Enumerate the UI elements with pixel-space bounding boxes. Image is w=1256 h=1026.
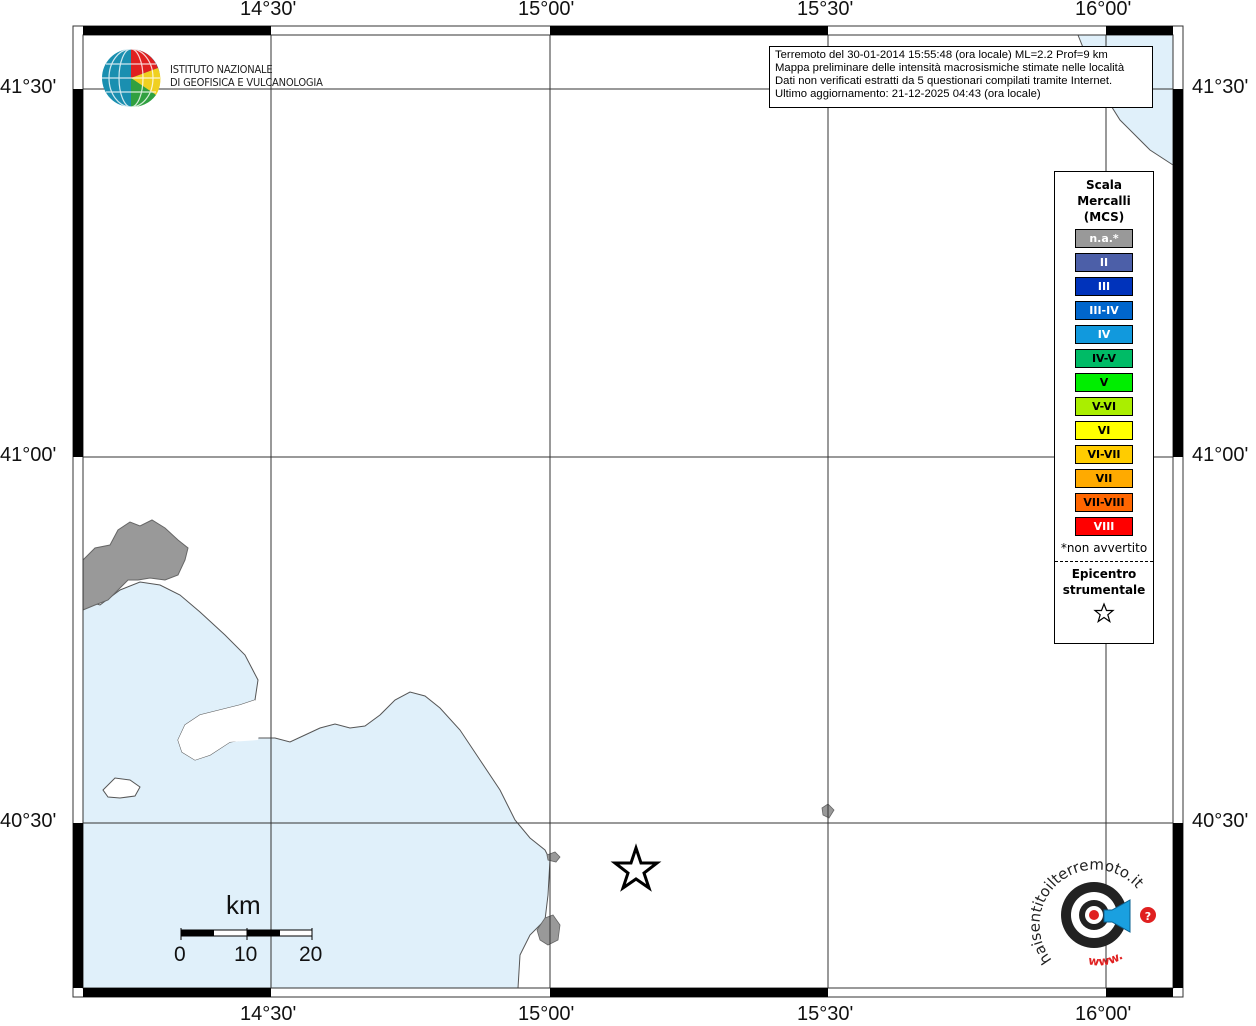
scale-tick-0: 0 <box>174 943 186 966</box>
lon-label-bottom-1430: 14°30' <box>240 1003 297 1025</box>
legend-item-5: IV-V <box>1075 349 1133 368</box>
info-line1: Terremoto del 30-01-2014 15:55:48 (ora l… <box>775 49 1108 61</box>
scale-tick-10: 10 <box>234 943 258 966</box>
info-box: Terremoto del 30-01-2014 15:55:48 (ora l… <box>769 46 1153 108</box>
legend-item-3: III-IV <box>1075 301 1133 320</box>
lon-label-top-1530: 15°30' <box>797 0 854 20</box>
legend-item-9: VI-VII <box>1075 445 1133 464</box>
lat-label-left-4100: 41°00' <box>0 444 57 466</box>
hst-logo-www: www. <box>1088 948 1126 968</box>
legend-item-1: II <box>1075 253 1133 272</box>
legend-item-7: V-VI <box>1075 397 1133 416</box>
legend-item-4: IV <box>1075 325 1133 344</box>
legend-title-line1: Scala <box>1085 178 1123 192</box>
lat-label-right-4100: 41°00' <box>1192 444 1249 466</box>
lon-label-bottom-1600: 16°00' <box>1075 1003 1132 1025</box>
ingv-logo-text: ISTITUTO NAZIONALE DI GEOFISICA E VULCAN… <box>170 63 323 89</box>
legend-items: n.a.* II III III-IV IV IV-V V V-VI VI VI-VII VII VI… <box>1055 229 1153 536</box>
legend-item-6: V <box>1075 373 1133 392</box>
lat-label-left-4130: 41°30' <box>0 76 57 98</box>
lat-label-right-4130: 41°30' <box>1192 76 1249 98</box>
legend-star-icon <box>1055 602 1153 628</box>
lat-label-right-4030: 40°30' <box>1192 810 1249 832</box>
legend-epicenter-label: Epicentro strumentale <box>1055 566 1153 598</box>
mcs-legend: Scala Mercalli (MCS) n.a.* II III III-IV IV I… <box>1054 171 1154 644</box>
legend-note: *non avvertito <box>1060 541 1148 555</box>
legend-item-2: III <box>1075 277 1133 296</box>
lat-label-left-4030: 40°30' <box>0 810 57 832</box>
ingv-logo-icon <box>102 48 161 108</box>
lon-label-bottom-1500: 15°00' <box>518 1003 575 1025</box>
hst-logo-text: haisentitoilterremoto.it <box>1030 860 1147 968</box>
legend-epi-line2: strumentale <box>1062 583 1146 597</box>
legend-item-0: n.a.* <box>1075 229 1133 248</box>
info-line2: Mappa preliminare delle intensità macros… <box>775 62 1125 74</box>
legend-separator <box>1055 561 1153 562</box>
legend-epi-line1: Epicentro <box>1071 567 1137 581</box>
legend-item-11: VII-VIII <box>1075 493 1133 512</box>
scale-unit: km <box>226 890 261 920</box>
legend-item-12: VIII <box>1075 517 1133 536</box>
lon-label-top-1430: 14°30' <box>240 0 297 20</box>
legend-title-line2: Mercalli <box>1077 194 1131 208</box>
ingv-line1: ISTITUTO NAZIONALE <box>170 63 273 76</box>
legend-title-line3: (MCS) <box>1083 210 1125 224</box>
info-line3: Dati non verificati estratti da 5 questi… <box>775 75 1113 87</box>
ingv-line2: DI GEOFISICA E VULCANOLOGIA <box>170 76 323 89</box>
lon-label-bottom-1530: 15°30' <box>797 1003 854 1025</box>
hst-logo: haisentitoilterremoto.it www. <box>1030 860 1147 969</box>
scale-tick-20: 20 <box>299 943 323 966</box>
legend-title: Scala Mercalli (MCS) <box>1055 177 1153 225</box>
lon-label-top-1500: 15°00' <box>518 0 575 20</box>
info-line4: Ultimo aggiornamento: 21-12-2025 04:43 (… <box>775 88 1041 100</box>
lon-label-top-1600: 16°00' <box>1075 0 1132 20</box>
legend-item-10: VII <box>1075 469 1133 488</box>
legend-item-8: VI <box>1075 421 1133 440</box>
